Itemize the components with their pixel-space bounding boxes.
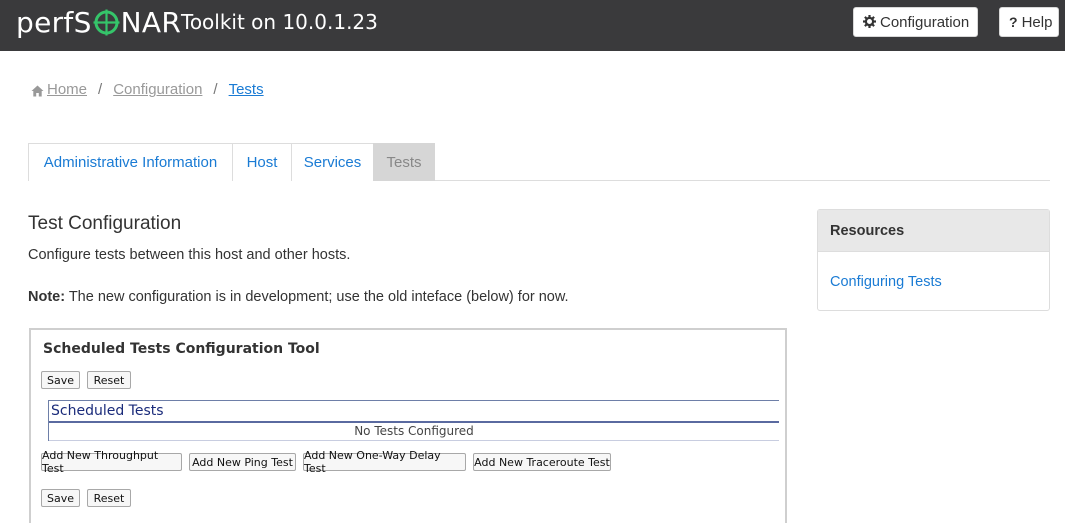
save-button-bottom[interactable]: Save [41,489,80,507]
table-header-divider [49,421,779,423]
scheduled-tests-header: Scheduled Tests [51,403,164,419]
tab-host[interactable]: Host [232,143,292,181]
reset-button-bottom[interactable]: Reset [87,489,131,507]
page-description: Configure tests between this host and ot… [28,247,351,263]
top-navbar: perfS NAR Toolkit on 10.0.1.23 Configura… [0,0,1065,51]
table-bottom-border [49,440,779,441]
tab-tests[interactable]: Tests [373,143,435,181]
note-text: The new configuration is in development;… [65,289,569,305]
breadcrumb-separator: / [213,81,218,98]
question-icon: ? [1009,14,1018,30]
brand-logo[interactable]: perfS NAR [16,6,181,39]
note-label: Note: [28,289,66,305]
breadcrumb-home-link[interactable]: Home [47,81,87,98]
tab-services[interactable]: Services [291,143,374,181]
page-title: Test Configuration [28,213,182,234]
breadcrumb: Home / Configuration / Tests [31,81,264,98]
help-button[interactable]: ? Help [999,7,1059,37]
scheduled-tests-tool-frame: Scheduled Tests Configuration Tool Save … [29,328,787,523]
save-button-top[interactable]: Save [41,371,80,389]
crosshair-logo-icon [93,9,120,36]
reset-button-top[interactable]: Reset [87,371,131,389]
breadcrumb-separator: / [98,81,103,98]
resources-panel: Resources Configuring Tests [817,209,1050,311]
add-throughput-test-button[interactable]: Add New Throughput Test [41,449,182,475]
add-ping-test-button[interactable]: Add New Ping Test [189,453,296,471]
breadcrumb-configuration-link[interactable]: Configuration [113,81,202,98]
brand-text-right: NAR [120,6,182,39]
tool-title: Scheduled Tests Configuration Tool [43,341,320,357]
no-tests-message: No Tests Configured [354,424,474,438]
scheduled-tests-table: Scheduled Tests No Tests Configured [48,400,779,441]
tab-administrative-information[interactable]: Administrative Information [28,143,233,181]
configuring-tests-link[interactable]: Configuring Tests [830,274,942,290]
development-note: Note: The new configuration is in develo… [28,289,569,305]
config-tabs: Administrative Information Host Services… [28,143,1050,181]
breadcrumb-tests-link[interactable]: Tests [229,81,264,98]
home-icon [31,84,44,96]
configuration-button-label: Configuration [880,13,970,31]
brand-text-left: perfS [16,6,92,39]
help-button-label: Help [1021,13,1053,31]
add-traceroute-test-button[interactable]: Add New Traceroute Test [473,453,611,471]
resources-heading: Resources [818,210,1049,252]
add-one-way-delay-test-button[interactable]: Add New One-Way Delay Test [303,449,466,475]
gear-icon [863,14,876,30]
table-top-border [49,400,779,401]
configuration-button[interactable]: Configuration [853,7,978,37]
toolkit-title: Toolkit on 10.0.1.23 [181,10,378,34]
